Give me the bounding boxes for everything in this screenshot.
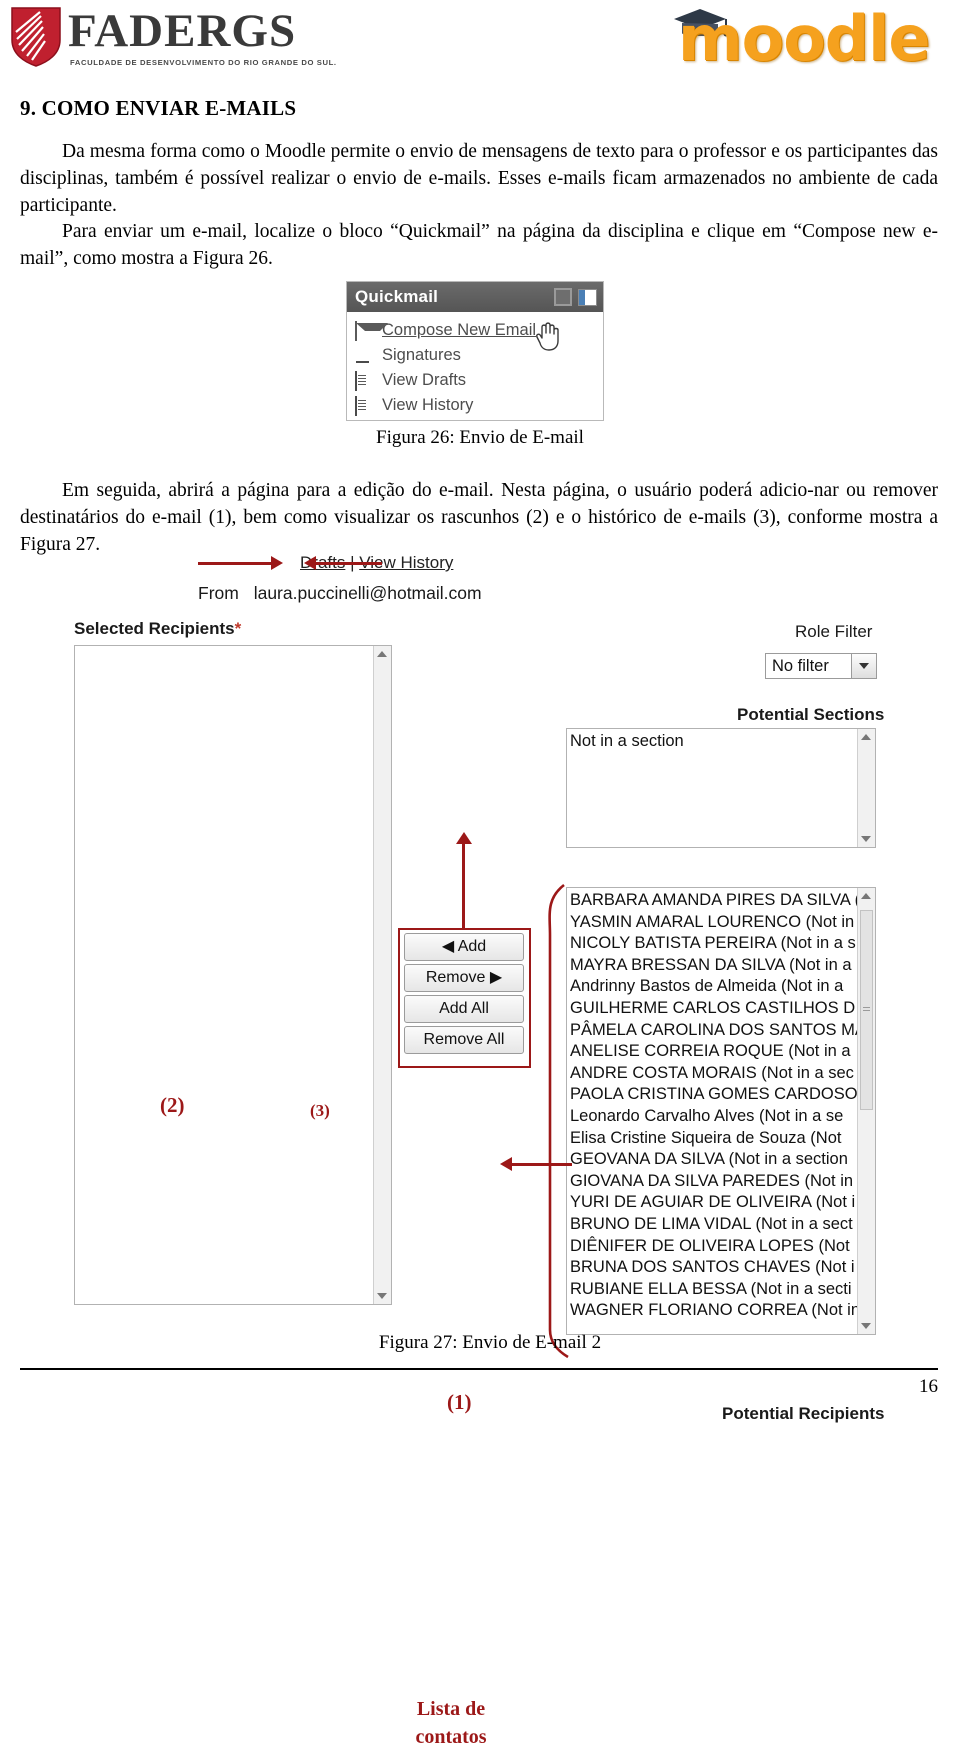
quickmail-block-header: Quickmail (347, 282, 603, 312)
fadergs-tagline: FACULDADE DE DESENVOLVIMENTO DO RIO GRAN… (70, 58, 337, 67)
fadergs-logo: FADERGS FACULDADE DE DESENVOLVIMENTO DO … (8, 4, 336, 76)
remove-all-button[interactable]: Remove All (404, 1026, 524, 1054)
fadergs-wordmark: FADERGS (68, 5, 297, 57)
required-asterisk: * (234, 619, 242, 638)
quickmail-item-view-history[interactable]: View History (355, 393, 603, 418)
quickmail-title: Quickmail (355, 287, 439, 306)
moodle-logo: moodle (648, 2, 958, 80)
annotation-3-label: (3) (310, 1101, 330, 1120)
dock-block-icon[interactable] (578, 288, 597, 306)
quickmail-item-view-drafts[interactable]: View Drafts (355, 368, 603, 393)
scroll-thumb[interactable] (860, 910, 873, 1110)
envelope-icon (355, 321, 375, 341)
scrollbar[interactable] (373, 646, 391, 1304)
paragraph-intro: Da mesma forma como o Moodle permite o e… (20, 141, 938, 216)
selected-recipients-listbox[interactable] (74, 645, 392, 1305)
scroll-down-icon[interactable] (861, 1323, 871, 1329)
quickmail-item-label: Compose New Email (382, 321, 537, 339)
document-icon (355, 371, 375, 391)
role-filter-label: Role Filter (795, 622, 873, 641)
role-filter-selected-value: No filter (772, 656, 829, 675)
scrollbar[interactable] (857, 888, 875, 1334)
annotation-lista-contatos-label: Lista de contatos (415, 1698, 487, 1748)
paragraph-quickmail: Para enviar um e-mail, localize o bloco … (20, 221, 938, 269)
annotation-recipients-connector (548, 883, 569, 1359)
annotation-2-label: (2) (160, 1093, 185, 1117)
scroll-down-icon[interactable] (377, 1293, 387, 1299)
potential-sections-list[interactable]: Not in a section (567, 729, 858, 847)
potential-sections-label: Potential Sections (737, 705, 885, 724)
list-item[interactable]: Not in a section (570, 731, 858, 753)
document-icon (355, 396, 375, 416)
selected-recipients-label: Selected Recipients* (74, 619, 241, 639)
footer-divider (20, 1368, 938, 1370)
selected-recipients-label-text: Selected Recipients (74, 619, 235, 638)
annotation-2-line (198, 562, 273, 565)
quickmail-item-signatures[interactable]: Signatures (355, 343, 603, 368)
scroll-up-icon[interactable] (377, 651, 387, 657)
add-all-button[interactable]: Add All (404, 995, 524, 1023)
annotation-3-arrowhead (304, 556, 316, 570)
figure-27: Drafts | View History From laura.puccine… (0, 545, 960, 1748)
annotation-1-label: (1) (447, 1390, 472, 1414)
from-email-value: laura.puccinelli@hotmail.com (253, 583, 482, 603)
role-filter-select[interactable]: No filter (765, 653, 877, 679)
scrollbar[interactable] (857, 729, 875, 847)
annotation-2-arrowhead (271, 556, 283, 570)
figure-26-caption: Figura 26: Envio de E-mail (376, 427, 584, 448)
annotation-1-line (462, 840, 465, 928)
quickmail-item-label: View Drafts (382, 371, 467, 389)
annotation-lista-arrowhead (500, 1157, 512, 1171)
moodle-wordmark: moodle (678, 2, 930, 75)
potential-sections-listbox[interactable]: Not in a section (566, 728, 876, 848)
annotation-lista-line (512, 1163, 572, 1166)
figure-27-caption: Figura 27: Envio de E-mail 2 (378, 1332, 602, 1353)
quickmail-menu: Compose New Email Signatures View Drafts… (347, 312, 603, 418)
section-heading: 9. COMO ENVIAR E-MAILS (20, 96, 297, 120)
remove-button[interactable]: Remove ▶ (404, 964, 524, 992)
chevron-down-icon[interactable] (851, 654, 876, 678)
add-button[interactable]: ◀ Add (404, 933, 524, 961)
annotation-3-line (316, 562, 382, 565)
scroll-up-icon[interactable] (861, 893, 871, 899)
quickmail-item-label: View History (382, 396, 474, 414)
page-number: 16 (919, 1376, 938, 1397)
hand-cursor-icon (536, 322, 559, 351)
selected-recipients-list[interactable] (75, 646, 374, 1304)
from-label: From (198, 583, 239, 603)
potential-recipients-label: Potential Recipients (722, 1404, 885, 1423)
from-row: From laura.puccinelli@hotmail.com (198, 583, 482, 604)
quickmail-item-label: Signatures (382, 346, 461, 364)
transfer-buttons: ◀ Add Remove ▶ Add All Remove All (404, 933, 524, 1057)
quickmail-block: Quickmail Compose New Email Signatures V… (346, 281, 604, 421)
quickmail-item-compose-new-email[interactable]: Compose New Email (355, 318, 603, 343)
scroll-down-icon[interactable] (861, 836, 871, 842)
pen-icon (355, 347, 375, 364)
scroll-up-icon[interactable] (861, 734, 871, 740)
square-icon[interactable] (554, 288, 572, 306)
fadergs-shield-icon (11, 7, 61, 67)
page-header: FADERGS FACULDADE DE DESENVOLVIMENTO DO … (0, 0, 960, 84)
annotation-1-arrowhead (456, 832, 472, 844)
